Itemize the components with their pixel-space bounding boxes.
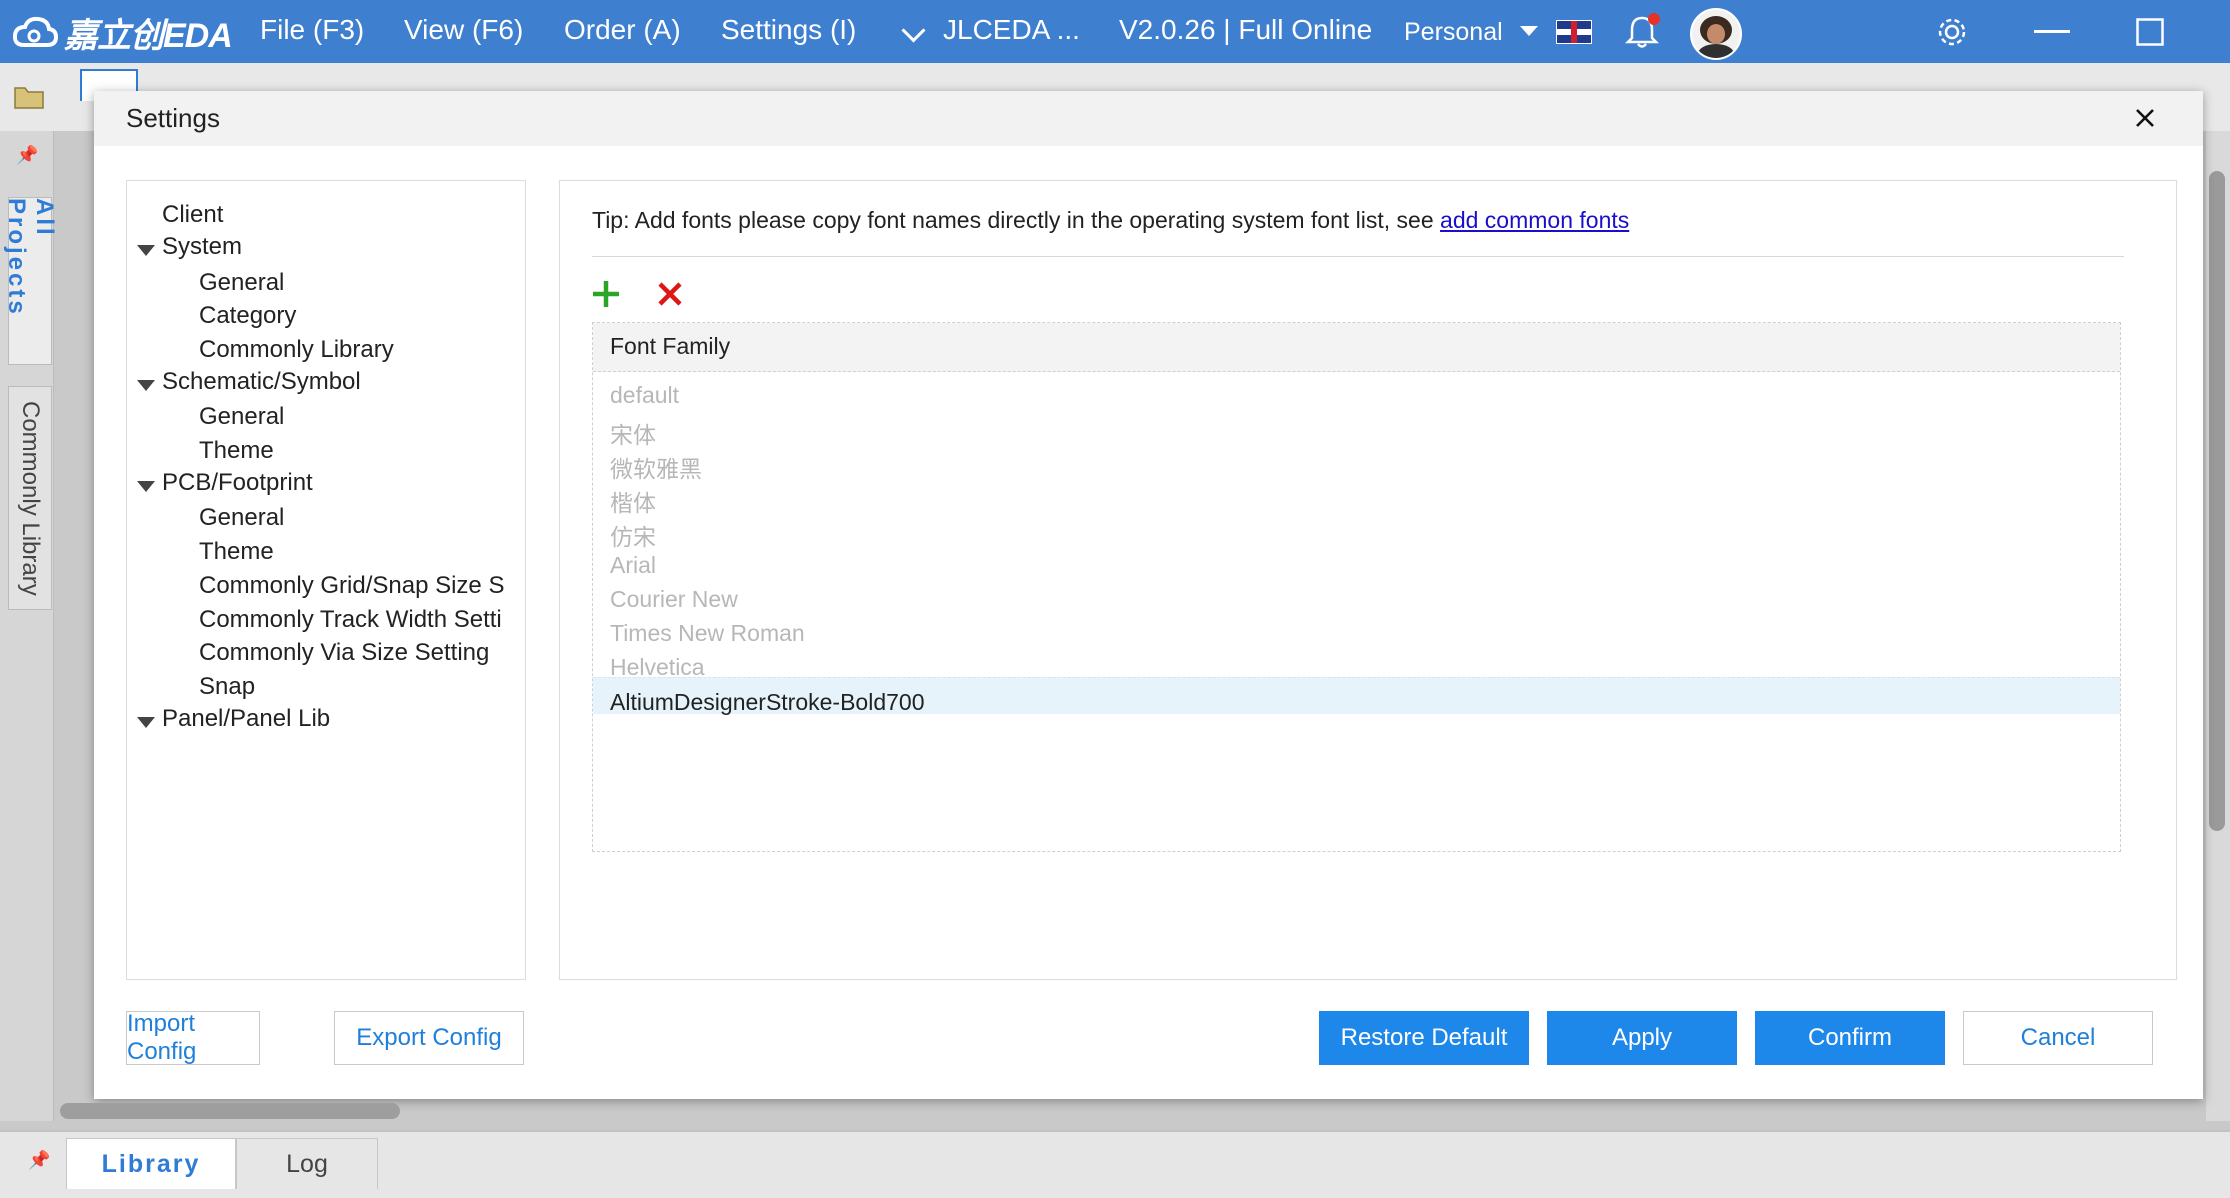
tree-item-schematic-symbol[interactable]: Schematic/Symbol xyxy=(162,368,361,396)
app-logo: 嘉立创EDA xyxy=(12,10,233,55)
language-flag-icon[interactable] xyxy=(1556,20,1592,44)
expand-caret-icon[interactable] xyxy=(137,380,155,391)
tip-text: Tip: Add fonts please copy font names di… xyxy=(592,207,1629,234)
logo-text: 嘉立创EDA xyxy=(64,16,233,55)
tree-item-via-size[interactable]: Commonly Via Size Setting xyxy=(199,639,489,667)
plan-dropdown-caret-icon[interactable] xyxy=(1520,26,1538,36)
table-header: Font Family xyxy=(593,323,2120,372)
horizontal-scrollbar[interactable] xyxy=(60,1103,400,1119)
close-icon[interactable] xyxy=(2128,101,2162,135)
dialog-header: Settings xyxy=(94,91,2203,146)
pin-icon[interactable]: 📌 xyxy=(16,145,38,166)
confirm-button[interactable]: Confirm xyxy=(1755,1011,1945,1065)
add-common-fonts-link[interactable]: add common fonts xyxy=(1440,207,1629,233)
export-config-button[interactable]: Export Config xyxy=(334,1011,524,1065)
restore-default-button[interactable]: Restore Default xyxy=(1319,1011,1529,1065)
expand-caret-icon[interactable] xyxy=(137,717,155,728)
bottom-panel-bar: 📌 Library Log xyxy=(0,1130,2230,1198)
tree-item-system[interactable]: System xyxy=(162,233,242,261)
settings-tree: Client System General Category Commonly … xyxy=(126,180,526,980)
font-settings-panel: Tip: Add fonts please copy font names di… xyxy=(559,180,2177,980)
tree-item-commonly-library[interactable]: Commonly Library xyxy=(199,336,394,364)
delete-icon[interactable] xyxy=(654,278,686,310)
tree-item-pcb-general[interactable]: General xyxy=(199,504,284,532)
tree-item-category[interactable]: Category xyxy=(199,302,296,330)
maximize-icon[interactable] xyxy=(2136,18,2164,46)
settings-dialog: Settings Client System General Category … xyxy=(60,91,2203,1119)
tree-item-schematic-general[interactable]: General xyxy=(199,403,284,431)
dialog-title: Settings xyxy=(126,103,220,133)
tab-commonly-library[interactable]: Commonly Library xyxy=(8,386,52,610)
column-header-font-family: Font Family xyxy=(610,333,731,359)
menu-order[interactable]: Order (A) xyxy=(564,14,681,46)
tree-item-pcb-theme[interactable]: Theme xyxy=(199,538,274,566)
cloud-logo-icon xyxy=(12,16,58,47)
tip-text-body: Tip: Add fonts please copy font names di… xyxy=(592,207,1441,233)
add-icon[interactable] xyxy=(590,278,622,310)
import-config-button[interactable]: Import Config xyxy=(126,1010,260,1065)
menu-view[interactable]: View (F6) xyxy=(404,14,523,46)
left-panel-rail: 📌 All Projects Commonly Library xyxy=(0,131,58,1121)
expand-caret-icon[interactable] xyxy=(137,245,155,256)
gear-icon[interactable] xyxy=(1936,16,1968,48)
tree-item-pcb-footprint[interactable]: PCB/Footprint xyxy=(162,469,313,497)
project-name[interactable]: JLCEDA ... xyxy=(943,14,1080,46)
title-bar: 嘉立创EDA File (F3) View (F6) Order (A) Set… xyxy=(0,0,2230,63)
cancel-button[interactable]: Cancel xyxy=(1963,1011,2153,1065)
tab-log[interactable]: Log xyxy=(236,1138,378,1189)
apply-button[interactable]: Apply xyxy=(1547,1011,1737,1065)
tree-item-track-width[interactable]: Commonly Track Width Setti xyxy=(199,606,502,634)
tab-all-projects[interactable]: All Projects xyxy=(3,197,58,365)
user-avatar[interactable] xyxy=(1690,8,1742,60)
bell-icon[interactable] xyxy=(1624,12,1660,50)
tab-library[interactable]: Library xyxy=(66,1138,236,1189)
version-label: V2.0.26 | Full Online xyxy=(1119,14,1373,45)
expand-caret-icon[interactable] xyxy=(137,481,155,492)
tree-item-grid-snap-size[interactable]: Commonly Grid/Snap Size S xyxy=(199,572,504,600)
menu-settings[interactable]: Settings (I) xyxy=(721,14,856,46)
menu-file[interactable]: File (F3) xyxy=(260,14,364,46)
divider xyxy=(592,256,2124,257)
tree-item-schematic-theme[interactable]: Theme xyxy=(199,437,274,465)
plan-label[interactable]: Personal xyxy=(1404,18,1503,47)
minimize-icon[interactable] xyxy=(2034,30,2070,34)
pin-icon[interactable]: 📌 xyxy=(28,1150,50,1171)
tree-item-client[interactable]: Client xyxy=(162,201,223,229)
tree-item-panel-lib[interactable]: Panel/Panel Lib xyxy=(162,705,330,733)
folder-icon[interactable] xyxy=(14,83,44,109)
font-family-table: Font Family default 宋体 微软雅黑 楷体 仿宋 Arial … xyxy=(592,322,2121,852)
tree-item-snap[interactable]: Snap xyxy=(199,673,255,701)
font-name: AltiumDesignerStroke-Bold700 xyxy=(610,689,925,715)
table-row-selected[interactable]: AltiumDesignerStroke-Bold700 xyxy=(593,677,2120,715)
tree-item-system-general[interactable]: General xyxy=(199,269,284,297)
right-scrollbar[interactable] xyxy=(2206,131,2230,1121)
project-dropdown-chevron-icon[interactable] xyxy=(901,18,926,43)
